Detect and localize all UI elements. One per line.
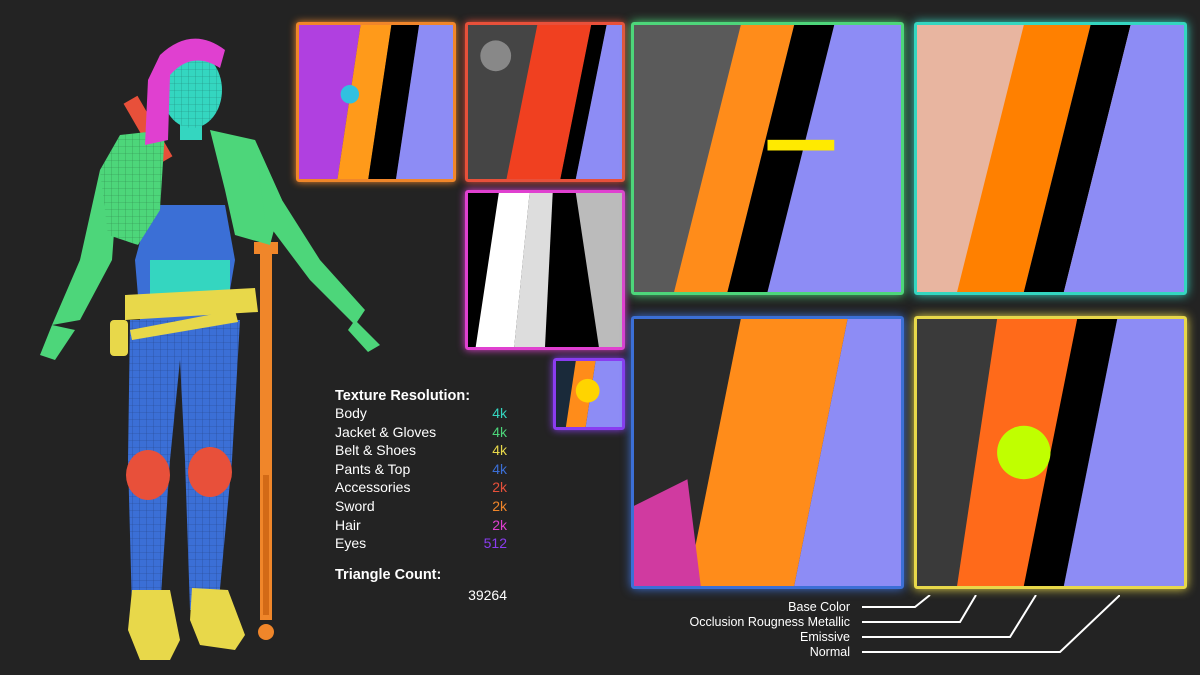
res-value-hair: 2k bbox=[492, 516, 507, 533]
head bbox=[145, 38, 225, 145]
texture-set-jacket-gloves bbox=[631, 22, 904, 295]
res-label-pants: Pants & Top bbox=[335, 460, 411, 477]
knee-pad-right bbox=[188, 447, 232, 497]
res-label-sword: Sword bbox=[335, 497, 375, 514]
texture-set-hair bbox=[465, 190, 625, 350]
legend-normal: Normal bbox=[809, 645, 850, 659]
res-value-body: 4k bbox=[492, 405, 507, 421]
res-label-body: Body bbox=[335, 405, 367, 421]
legend-leader-lines bbox=[862, 595, 1120, 653]
texture-set-eyes bbox=[553, 358, 625, 430]
texture-resolution-heading: Texture Resolution: bbox=[335, 388, 471, 404]
legend-base-color: Base Color bbox=[788, 600, 850, 614]
res-label-accessories: Accessories bbox=[335, 479, 411, 496]
res-value-eyes: 512 bbox=[483, 535, 507, 552]
res-value-jacket: 4k bbox=[492, 423, 507, 440]
res-label-belt: Belt & Shoes bbox=[335, 442, 416, 459]
res-label-eyes: Eyes bbox=[335, 535, 367, 552]
glove-right bbox=[348, 320, 380, 352]
texture-set-body bbox=[914, 22, 1187, 295]
belt-pouch bbox=[110, 320, 128, 356]
shoe-left bbox=[128, 590, 180, 660]
res-value-belt: 4k bbox=[492, 442, 507, 459]
legend-emissive: Emissive bbox=[799, 630, 850, 644]
texture-set-belt-shoes bbox=[914, 316, 1187, 589]
triangle-count-value: 39264 bbox=[468, 586, 507, 603]
res-value-sword: 2k bbox=[492, 497, 507, 514]
res-label-hair: Hair bbox=[335, 516, 361, 533]
res-value-accessories: 2k bbox=[492, 479, 507, 496]
knee-pad-left bbox=[126, 450, 170, 500]
legend-orm: Occlusion Rougness Metallic bbox=[689, 615, 851, 629]
glove-left bbox=[40, 325, 75, 360]
triangle-count-heading: Triangle Count: bbox=[335, 566, 442, 583]
texture-set-accessories bbox=[296, 22, 456, 182]
texture-set-pants-top bbox=[631, 316, 904, 589]
info-panel: Texture Resolution: Body 4k Jacket & Glov… bbox=[335, 388, 525, 603]
res-label-jacket: Jacket & Gloves bbox=[335, 423, 437, 440]
texture-set-sword bbox=[465, 22, 625, 182]
shoe-right bbox=[190, 588, 245, 650]
res-value-pants: 4k bbox=[492, 460, 507, 477]
